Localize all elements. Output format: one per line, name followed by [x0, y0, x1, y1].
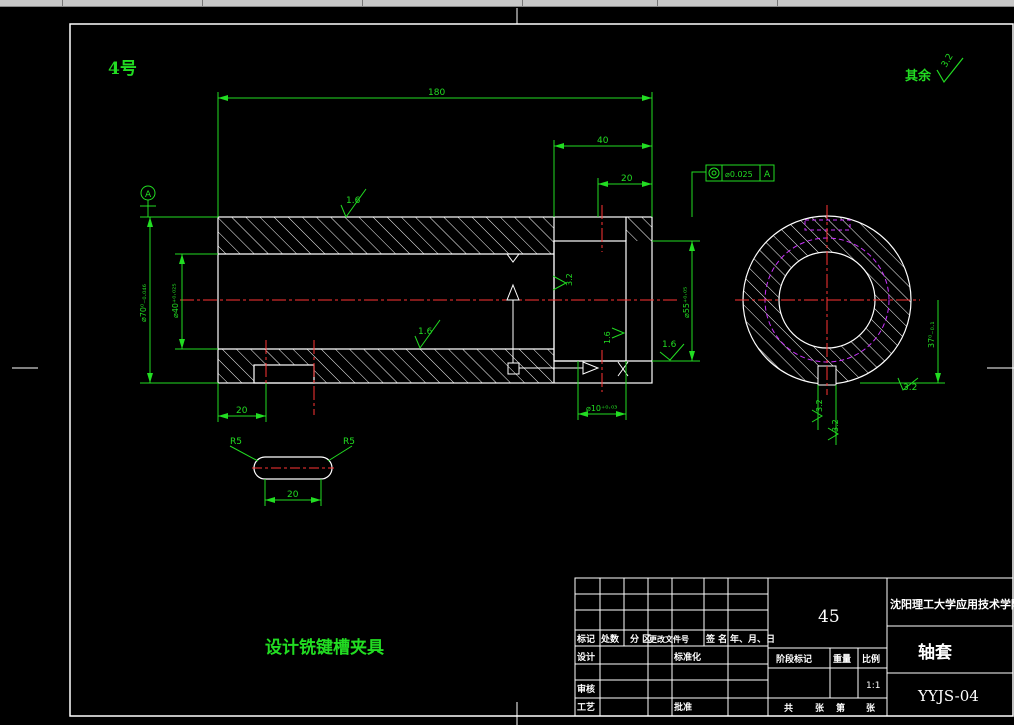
- cad-drawing-canvas[interactable]: 4号 其余 3.2 180 40 20 20 ⌀70⁰₋₀.₀₄₆ ⌀40⁺⁰·…: [0, 0, 1014, 725]
- tb-sheet-no: 第: [836, 702, 845, 714]
- arrow-up-icon: [506, 283, 520, 301]
- tb-approve: 批准: [674, 701, 692, 713]
- tolerance-frame: ⌀0.025 A: [705, 164, 775, 182]
- tb-header-4: 更改文件号: [649, 634, 689, 644]
- concentricity-icon: [708, 167, 720, 179]
- dim-left-offset: 20: [236, 406, 248, 416]
- arrow-right-icon: [582, 361, 600, 375]
- dim-slot-offset-right: 20: [621, 174, 633, 184]
- roughness-note: 其余 3.2: [905, 52, 964, 84]
- tb-stage: 阶段标记: [776, 653, 812, 665]
- tb-review: 审核: [577, 683, 595, 695]
- hatch-top-wall-right: [626, 217, 652, 241]
- dim-outer-diameter: ⌀70⁰₋₀.₀₄₆: [139, 284, 148, 322]
- dim-radius-left: R5: [230, 437, 242, 447]
- dim-total-length: 180: [428, 88, 445, 98]
- roughness-mark-4: 1.6: [603, 331, 612, 344]
- sheet-number: 4号: [108, 59, 137, 79]
- tb-ratio: 比例: [862, 653, 880, 665]
- key-slot-gap: [254, 365, 314, 384]
- roughness-symbol-icon: [611, 327, 626, 339]
- tb-header-6: 年、月、日: [730, 633, 775, 645]
- roughness-mark-5: 1.6: [662, 340, 677, 350]
- roughness-note-value: 3.2: [940, 52, 956, 69]
- dim-pin-hole: ⌀10⁺⁰·⁰³: [586, 404, 617, 413]
- datum-marker: A: [140, 185, 156, 201]
- roughness-mark-8: 3.2: [831, 419, 840, 432]
- tb-header-3: 分 区: [630, 633, 651, 645]
- title-block-text: 标记 处数 分 区 更改文件号 签 名 年、月、日 设计 标准化 审核 工艺 批…: [576, 597, 1014, 714]
- tb-material: 45: [818, 607, 840, 627]
- tb-drawing-no: YYJS-04: [917, 687, 979, 705]
- roughness-mark-1: 1.6: [346, 196, 361, 206]
- title-caption: 设计铣键槽夹具: [265, 637, 384, 658]
- dim-counterbore-diameter: ⌀55⁺⁰·⁰⁵: [682, 287, 691, 318]
- slot-detail: 20 R5 R5: [229, 437, 355, 506]
- section-view: [180, 205, 680, 415]
- tb-header-1: 标记: [576, 633, 595, 645]
- roughness-mark-2: 1.6: [418, 327, 433, 337]
- datum-label: A: [145, 190, 152, 200]
- tb-header-5: 签 名: [705, 633, 727, 645]
- tb-sheets: 张: [815, 702, 825, 714]
- roughness-mark-3: 3.2: [565, 273, 574, 286]
- tolerance-value: ⌀0.025: [725, 170, 753, 179]
- tb-part-name: 轴套: [918, 642, 953, 663]
- tb-scale: 1:1: [866, 681, 880, 691]
- tb-standardize: 标准化: [673, 651, 701, 663]
- dim-bore-diameter: ⌀40⁺⁰·⁰²⁵: [171, 283, 180, 318]
- roughness-mark-6: 3.2: [903, 383, 917, 393]
- tolerance-datum: A: [764, 170, 771, 180]
- tb-header-2: 处数: [600, 633, 620, 645]
- dim-counterbore-length: 40: [597, 136, 609, 146]
- tb-total: 共: [784, 702, 793, 714]
- roughness-note-label: 其余: [905, 68, 932, 84]
- hatch-top-wall: [218, 217, 554, 254]
- tb-school: 沈阳理工大学应用技术学院: [890, 597, 1014, 611]
- dim-key-depth: 37⁰₋₀.₁: [927, 321, 936, 348]
- roughness-mark-7: 3.2: [815, 399, 824, 412]
- dim-radius-right: R5: [343, 437, 355, 447]
- tb-design: 设计: [577, 651, 595, 663]
- dim-slot-length: 20: [287, 490, 299, 500]
- end-view: 37⁰₋₀.₁ 3.2 3.2 3.2: [735, 205, 945, 445]
- tb-process: 工艺: [577, 701, 595, 713]
- tb-weight: 重量: [833, 653, 851, 665]
- tb-sheet-unit: 张: [866, 702, 876, 714]
